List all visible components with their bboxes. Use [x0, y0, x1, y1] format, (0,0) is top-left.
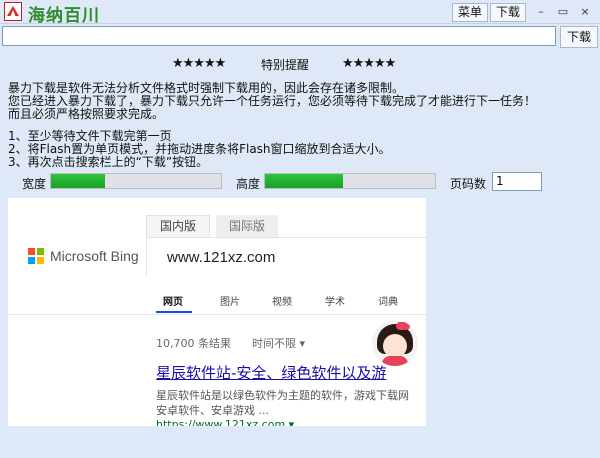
restore-icon[interactable]: ▭	[554, 4, 572, 20]
bing-search-box[interactable]: www.121xz.com	[146, 237, 426, 277]
width-slider[interactable]	[50, 173, 222, 189]
title-bar: 海纳百川 菜单 下载 – ▭ ×	[0, 0, 600, 26]
result-tab-academic[interactable]: 学术	[325, 293, 345, 308]
pages-input[interactable]: 1	[492, 172, 542, 191]
tab-domestic[interactable]: 国内版	[146, 215, 210, 237]
pages-label: 页码数	[450, 177, 487, 191]
close-icon[interactable]: ×	[576, 4, 594, 20]
width-label: 宽度	[22, 177, 47, 191]
active-tab-indicator	[156, 311, 192, 313]
step-line: 3、再次点击搜索栏上的“下载”按钮。	[8, 155, 209, 169]
height-slider-fill	[265, 174, 344, 188]
result-count: 10,700 条结果	[156, 337, 231, 350]
notice-title: 特别提醒	[261, 58, 310, 72]
result-tab-web[interactable]: 网页	[163, 293, 183, 308]
download-button[interactable]: 下载	[560, 26, 598, 48]
search-query: www.121xz.com	[167, 249, 276, 266]
result-description: 星辰软件站是以绿色软件为主题的软件，游戏下载网	[156, 389, 409, 402]
stars-left: ★★★★★	[172, 56, 226, 71]
url-input[interactable]	[2, 26, 556, 46]
divider	[8, 314, 426, 315]
height-slider[interactable]	[264, 173, 436, 189]
stars-right: ★★★★★	[342, 56, 396, 71]
result-tab-dictionary[interactable]: 词典	[378, 293, 398, 308]
menu-button[interactable]: 菜单	[452, 3, 488, 22]
height-label: 高度	[236, 177, 261, 191]
bing-brand: Microsoft Bing	[50, 248, 139, 264]
app-title: 海纳百川	[28, 6, 100, 26]
time-filter[interactable]: 时间不限 ▾	[252, 335, 305, 351]
avatar	[372, 320, 418, 366]
result-tab-videos[interactable]: 视频	[272, 293, 292, 308]
result-url[interactable]: https://www.121xz.com ▾	[156, 418, 294, 426]
result-title-link[interactable]: 星辰软件站-安全、绿色软件以及游	[156, 362, 386, 383]
download-toolbar-button[interactable]: 下载	[490, 3, 526, 22]
width-slider-fill	[51, 174, 106, 188]
minimize-icon[interactable]: –	[532, 4, 550, 20]
pdf-icon	[4, 2, 22, 21]
notice-line: 而且必须严格按照要求完成。	[8, 107, 165, 121]
document-preview[interactable]: Microsoft Bing 国内版 国际版 www.121xz.com 网页 …	[8, 198, 426, 426]
tab-international[interactable]: 国际版	[216, 215, 278, 237]
microsoft-logo-icon	[28, 248, 44, 264]
result-description: 安卓软件、安卓游戏 ...	[156, 404, 269, 417]
result-tab-images[interactable]: 图片	[220, 293, 240, 308]
